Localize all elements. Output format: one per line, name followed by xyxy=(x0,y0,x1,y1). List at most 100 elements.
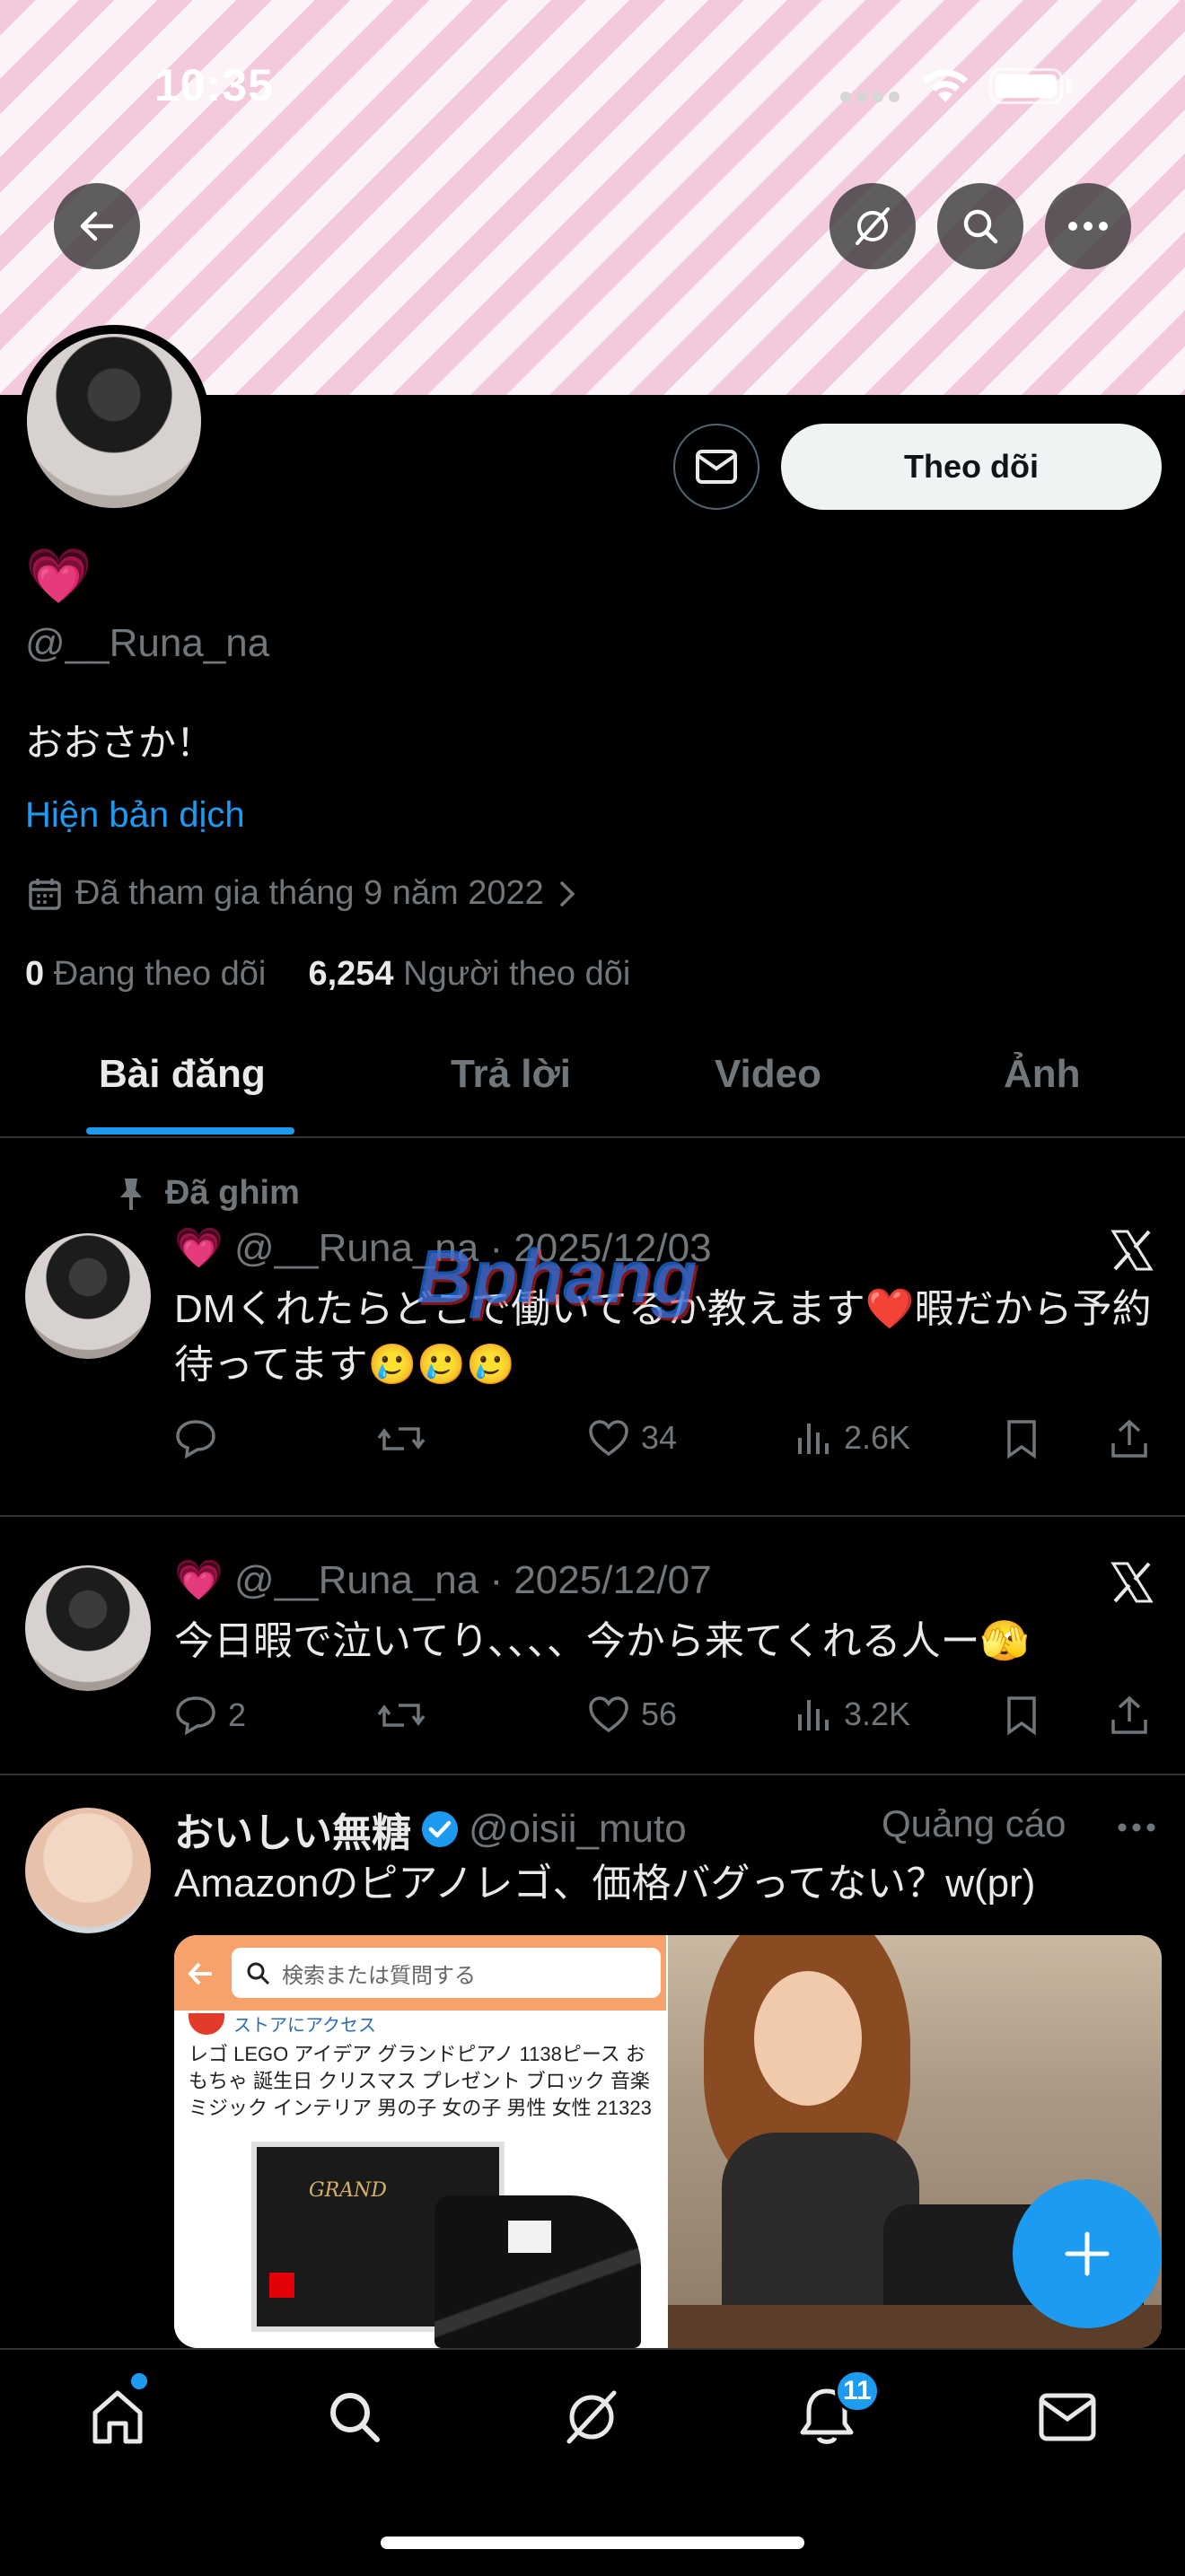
share-icon[interactable] xyxy=(1110,1418,1149,1459)
x-logo-icon xyxy=(1110,1230,1154,1271)
more-button[interactable] xyxy=(1045,183,1131,269)
pinned-label-row: Đã ghim xyxy=(117,1174,300,1213)
nav-grok[interactable] xyxy=(551,2377,632,2458)
profile-avatar[interactable] xyxy=(27,334,201,508)
repost-icon xyxy=(377,1704,426,1727)
pin-icon xyxy=(120,1178,142,1210)
joined-date: Đã tham gia tháng 9 năm 2022 xyxy=(75,874,544,912)
tab-replies[interactable]: Trả lời xyxy=(451,1052,571,1097)
ad-media-screenshot: 検索または質問する ストアにアクセス レゴ LEGO アイデア グランドピアノ … xyxy=(174,1935,666,2348)
nav-home[interactable] xyxy=(77,2377,158,2458)
home-icon xyxy=(92,2390,143,2444)
arrow-left-icon xyxy=(188,1962,212,1985)
grok-button[interactable] xyxy=(830,183,916,269)
ad-media[interactable]: 検索または質問する ストアにアクセス レゴ LEGO アイデア グランドピアノ … xyxy=(174,1935,1162,2348)
promoted-label: Quảng cáo xyxy=(882,1802,1066,1844)
views-button[interactable]: 2.6K xyxy=(795,1418,910,1458)
message-button[interactable] xyxy=(673,424,759,510)
view-count: 2.6K xyxy=(844,1419,911,1456)
heart-icon xyxy=(589,1696,628,1733)
home-indicator xyxy=(381,2537,804,2549)
follow-button[interactable]: Theo dõi xyxy=(781,424,1162,510)
screenshot-search-box: 検索または質問する xyxy=(232,1948,661,1998)
followers-count: 6,254 xyxy=(308,955,394,993)
follow-stats[interactable]: 0 Đang theo dõi 6,254 Người theo dõi xyxy=(25,955,630,994)
piano-image xyxy=(434,2195,641,2348)
post-avatar[interactable] xyxy=(25,1565,151,1691)
repost-icon xyxy=(377,1427,426,1450)
search-icon xyxy=(247,1962,270,1985)
nav-messages[interactable] xyxy=(1027,2377,1108,2458)
ad-header: おいしい無糖 @oisii_muto xyxy=(174,1801,687,1858)
following-label: Đang theo dõi xyxy=(53,955,267,993)
screenshot-search-placeholder: 検索または質問する xyxy=(282,1963,476,1988)
display-name-emoji: 💗 xyxy=(25,546,92,606)
arrow-left-icon xyxy=(80,211,114,241)
share-icon[interactable] xyxy=(1110,1695,1149,1736)
reply-button[interactable]: 2 xyxy=(174,1695,246,1736)
post-actions: 2 56 3.2K xyxy=(174,1695,1162,1739)
like-count: 34 xyxy=(641,1419,678,1456)
more-icon[interactable] xyxy=(1117,1822,1156,1833)
reply-count: 2 xyxy=(228,1696,247,1733)
screenshot-store-visit: ストアにアクセス xyxy=(189,2011,376,2037)
translate-link[interactable]: Hiện bản dịch xyxy=(25,795,245,836)
followers-label: Người theo dõi xyxy=(403,955,631,993)
post-header: 💗 @__Runa_na · 2025/12/07 xyxy=(174,1556,712,1603)
like-count: 56 xyxy=(641,1695,678,1732)
like-button[interactable]: 56 xyxy=(587,1695,677,1734)
repost-button[interactable] xyxy=(377,1695,436,1736)
view-count: 3.2K xyxy=(844,1695,911,1732)
tab-photos[interactable]: Ảnh xyxy=(1004,1052,1081,1097)
mail-icon xyxy=(1039,2393,1096,2441)
pinned-label: Đã ghim xyxy=(165,1174,300,1212)
photo-face xyxy=(754,1971,862,2106)
tab-active-indicator xyxy=(86,1127,294,1135)
profile-handle: @__Runa_na xyxy=(25,621,270,665)
plus-icon xyxy=(1065,2231,1110,2276)
battery-icon xyxy=(989,68,1063,104)
verified-badge-icon xyxy=(422,1811,458,1847)
repost-button[interactable] xyxy=(377,1418,436,1459)
bookmark-icon[interactable] xyxy=(1004,1695,1040,1736)
notification-badge: 11 xyxy=(835,2370,880,2413)
x-logo-icon xyxy=(1110,1562,1154,1603)
profile-bio: おおさか！ xyxy=(25,722,215,764)
compose-button[interactable] xyxy=(1013,2179,1162,2328)
analytics-icon xyxy=(798,1424,829,1454)
screenshot-product-title: レゴ LEGO アイデア グランドピアノ 1138ピース おもちゃ 誕生日 クリ… xyxy=(189,2043,652,2119)
ad-text: Amazonのピアノレゴ、価格バグってない？w(pr) xyxy=(174,1862,1036,1906)
more-icon xyxy=(1068,222,1108,231)
search-button[interactable] xyxy=(937,183,1023,269)
battery-tip xyxy=(1066,79,1072,93)
post-author-emoji: 💗 xyxy=(174,1226,224,1270)
bookmark-icon[interactable] xyxy=(1004,1418,1040,1459)
joined-date-row[interactable]: Đã tham gia tháng 9 năm 2022 xyxy=(27,874,578,913)
chevron-right-icon xyxy=(560,881,575,907)
reply-button[interactable] xyxy=(174,1418,228,1459)
nav-search[interactable] xyxy=(314,2377,395,2458)
tabs-divider xyxy=(0,1136,1185,1138)
reply-icon xyxy=(176,1696,215,1736)
post-meta: @__Runa_na · 2025/12/07 xyxy=(234,1558,712,1602)
heart-icon xyxy=(589,1420,628,1457)
like-button[interactable]: 34 xyxy=(587,1418,677,1458)
post-divider xyxy=(0,1515,1185,1517)
grok-icon xyxy=(856,207,890,245)
reply-icon xyxy=(176,1420,215,1459)
post-avatar[interactable] xyxy=(25,1233,151,1359)
views-button[interactable]: 3.2K xyxy=(795,1695,910,1734)
analytics-icon xyxy=(798,1700,829,1730)
ad-avatar[interactable] xyxy=(25,1808,151,1933)
following-count: 0 xyxy=(25,955,45,993)
search-icon xyxy=(963,209,998,244)
search-icon xyxy=(330,2393,380,2442)
tab-video[interactable]: Video xyxy=(715,1052,821,1097)
wifi-icon xyxy=(923,69,968,102)
back-button[interactable] xyxy=(54,183,140,269)
tab-posts[interactable]: Bài đăng xyxy=(99,1052,266,1097)
ad-author-name[interactable]: おいしい無糖 xyxy=(174,1801,411,1858)
post-author-emoji: 💗 xyxy=(174,1558,224,1602)
calendar-icon xyxy=(29,878,61,910)
home-notification-dot xyxy=(131,2373,147,2389)
